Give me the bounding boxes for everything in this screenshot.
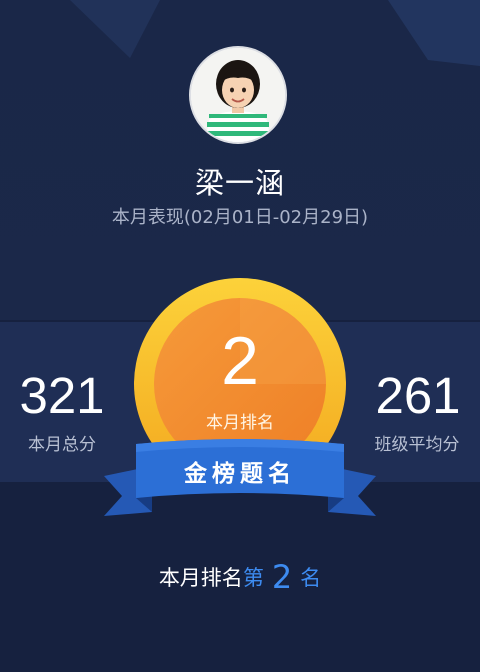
avatar[interactable] xyxy=(191,48,285,142)
rank-label: 本月排名 xyxy=(206,413,274,433)
class-average-value: 261 xyxy=(375,367,461,424)
rank-summary-number: 2 xyxy=(271,558,293,596)
student-name: 梁一涵 xyxy=(194,166,285,200)
rank-summary-suffix: 名 xyxy=(300,566,322,590)
rank-summary-prefix: 本月排名 xyxy=(158,566,243,590)
decorative-shape-right xyxy=(388,0,480,66)
ribbon-title: 金榜题名 xyxy=(184,461,296,487)
child-portrait-icon xyxy=(191,48,285,142)
rank-number: 2 xyxy=(221,323,259,399)
decorative-shape-left xyxy=(70,0,160,58)
period-range: 本月表现(02月01日-02月29日) xyxy=(111,207,369,228)
rank-summary: 本月排名第 2 名 xyxy=(0,558,480,596)
rank-summary-di: 第 xyxy=(242,566,264,590)
total-score-value: 321 xyxy=(19,367,105,424)
